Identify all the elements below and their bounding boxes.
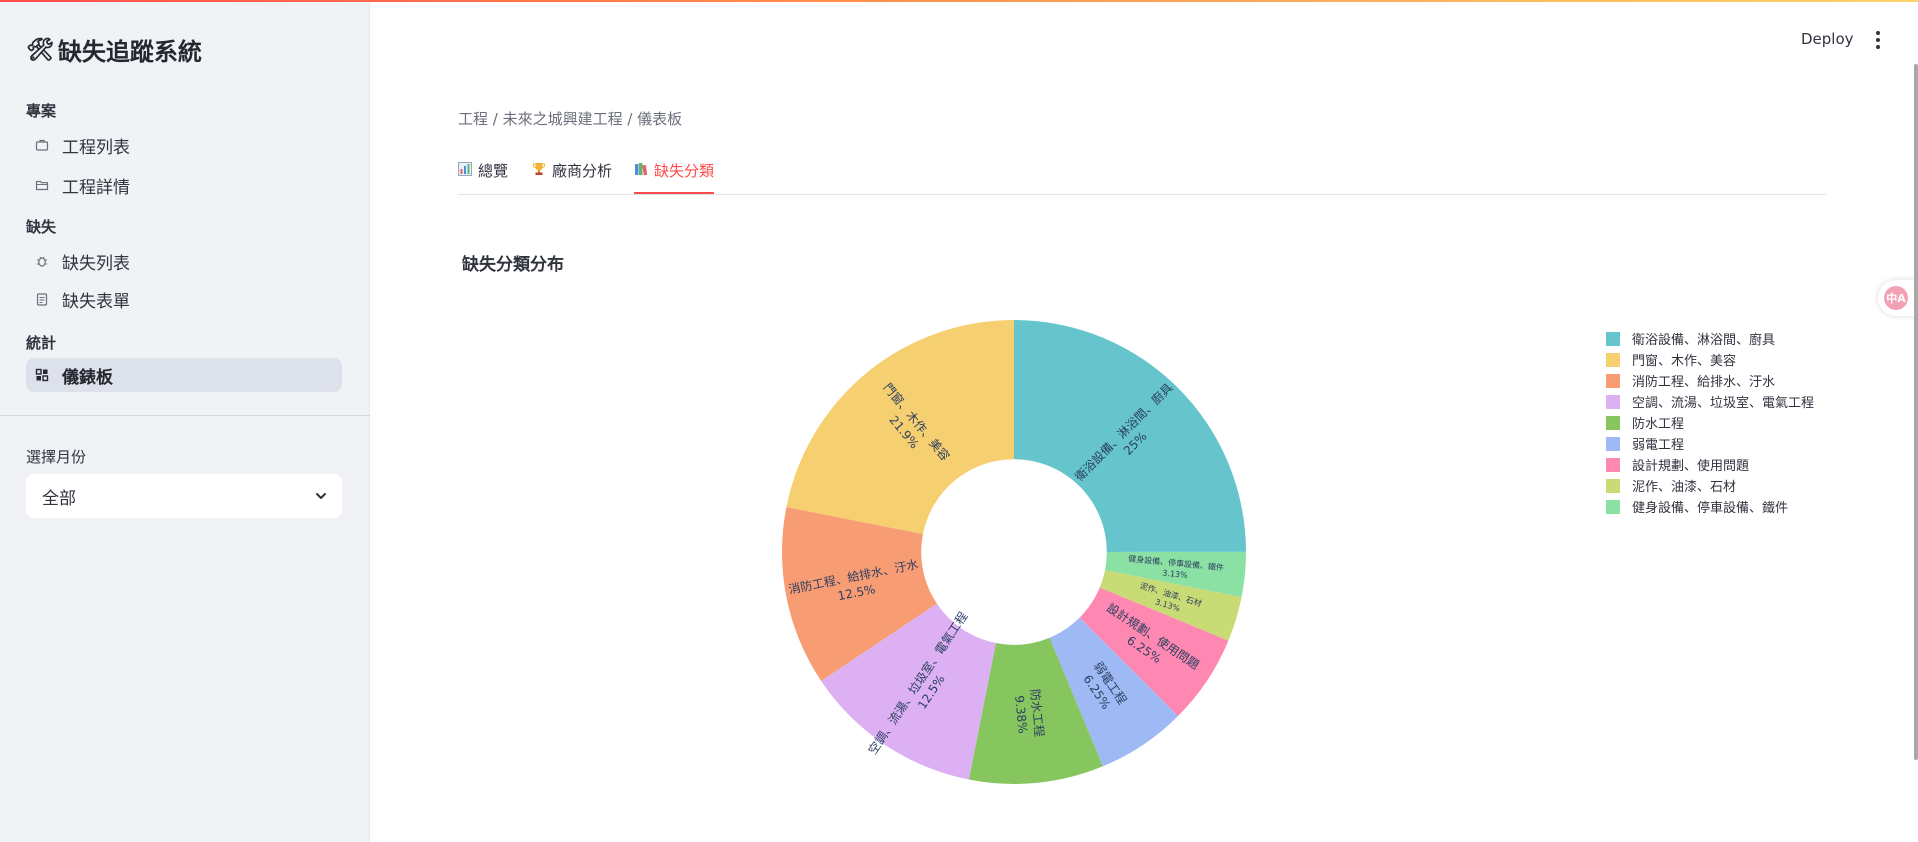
legend-swatch — [1606, 478, 1620, 493]
legend-swatch — [1606, 457, 1620, 472]
pie-slice[interactable] — [1014, 320, 1246, 552]
legend-item[interactable]: 弱電工程 — [1606, 433, 1814, 454]
legend-item[interactable]: 泥作、油漆、石材 — [1606, 475, 1814, 496]
scrollbar[interactable] — [1914, 64, 1918, 760]
legend-item[interactable]: 衛浴設備、淋浴間、廚具 — [1606, 328, 1814, 349]
legend-label: 設計規劃、使用問題 — [1632, 459, 1750, 474]
legend-swatch — [1606, 394, 1620, 409]
translate-widget[interactable]: 中A — [1878, 280, 1918, 316]
legend-label: 衛浴設備、淋浴間、廚具 — [1632, 333, 1776, 348]
translate-icon: 中A — [1884, 286, 1908, 310]
legend-swatch — [1606, 436, 1620, 451]
legend-item[interactable]: 設計規劃、使用問題 — [1606, 454, 1814, 475]
legend-item[interactable]: 空調、流湯、垃圾室、電氣工程 — [1606, 391, 1814, 412]
legend-swatch — [1606, 415, 1620, 430]
legend-item[interactable]: 消防工程、給排水、汙水 — [1606, 370, 1814, 391]
legend-label: 消防工程、給排水、汙水 — [1632, 375, 1776, 390]
chart-legend: 衛浴設備、淋浴間、廚具 門窗、木作、美容消防工程、給排水、汙水空調、流湯、垃圾室、… — [1606, 328, 1814, 517]
legend-item[interactable]: 防水工程 — [1606, 412, 1814, 433]
legend-label: 空調、流湯、垃圾室、電氣工程 — [1632, 396, 1815, 411]
legend-swatch — [1606, 373, 1620, 388]
legend-label: 弱電工程 — [1632, 438, 1685, 453]
legend-item[interactable]: 健身設備、停車設備、鐵件 — [1606, 496, 1814, 517]
legend-swatch — [1606, 331, 1620, 346]
legend-swatch — [1606, 499, 1620, 514]
legend-label: 泥作、油漆、石材 — [1632, 480, 1737, 495]
legend-swatch — [1606, 352, 1620, 367]
legend-label: 健身設備、停車設備、鐵件 — [1632, 501, 1789, 516]
legend-label: 門窗、木作、美容 — [1632, 354, 1737, 369]
legend-label: 防水工程 — [1632, 417, 1685, 432]
legend-item[interactable]: 門窗、木作、美容 — [1606, 349, 1814, 370]
